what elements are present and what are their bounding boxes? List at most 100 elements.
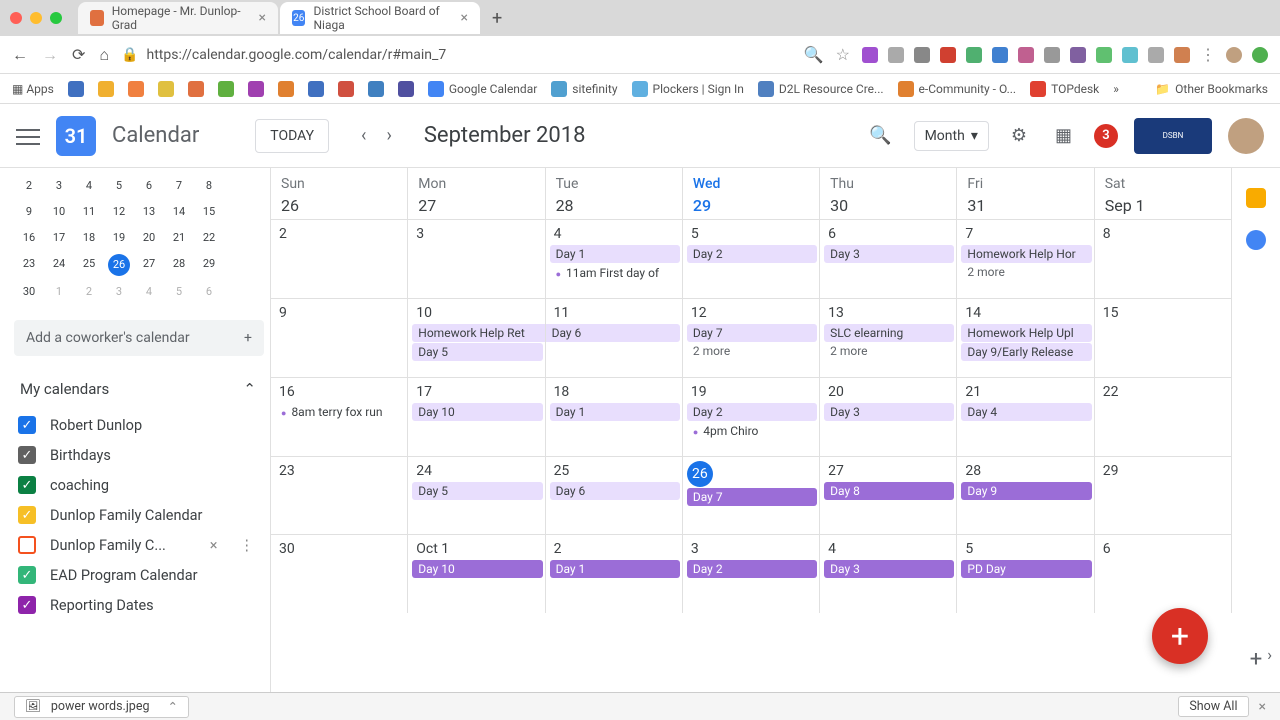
calendar-cell[interactable]: 3Day 2 bbox=[683, 534, 820, 613]
calendar-cell[interactable]: 5PD Day bbox=[957, 534, 1094, 613]
calendar-event[interactable]: Day 5 bbox=[412, 343, 542, 361]
bookmark-icon[interactable] bbox=[128, 81, 144, 97]
calendar-grid[interactable]: Sun26Mon27Tue28Wed29Thu30Fri31SatSep 123… bbox=[270, 168, 1232, 692]
calendar-cell[interactable]: Oct 1Day 10 bbox=[408, 534, 545, 613]
calendar-cell[interactable]: 15 bbox=[1095, 298, 1232, 377]
calendar-cell[interactable]: 8 bbox=[1095, 219, 1232, 298]
close-window-button[interactable] bbox=[10, 12, 22, 24]
calendar-cell[interactable]: 7Homework Help Hor2 more bbox=[957, 219, 1094, 298]
calendar-event[interactable]: Day 3 bbox=[824, 245, 954, 263]
mini-date[interactable]: 7 bbox=[164, 176, 194, 196]
mini-date[interactable]: 22 bbox=[194, 228, 224, 248]
calendar-event[interactable]: Day 9/Early Release bbox=[961, 343, 1091, 361]
extension-icon[interactable] bbox=[862, 47, 878, 63]
address-bar[interactable]: 🔒 https://calendar.google.com/calendar/r… bbox=[121, 47, 792, 63]
apps-button[interactable]: ▦ Apps bbox=[12, 82, 54, 96]
mini-date[interactable]: 3 bbox=[104, 282, 134, 302]
calendar-checkbox[interactable]: ✓ bbox=[18, 566, 36, 584]
mini-date[interactable]: 6 bbox=[194, 282, 224, 302]
minimize-window-button[interactable] bbox=[30, 12, 42, 24]
calendar-cell[interactable]: 2Day 1 bbox=[546, 534, 683, 613]
account-avatar[interactable] bbox=[1228, 118, 1264, 154]
calendar-checkbox[interactable]: ✓ bbox=[18, 506, 36, 524]
mini-date[interactable]: 19 bbox=[104, 228, 134, 248]
calendar-event[interactable]: Day 8 bbox=[824, 482, 954, 500]
calendar-item[interactable]: ✓coaching bbox=[14, 470, 264, 500]
mini-date[interactable]: 5 bbox=[104, 176, 134, 196]
other-bookmarks[interactable]: 📁 Other Bookmarks bbox=[1155, 82, 1268, 96]
mini-date[interactable]: 27 bbox=[134, 254, 164, 274]
mini-date[interactable]: 4 bbox=[134, 282, 164, 302]
calendar-cell[interactable]: 19Day 24pm Chiro bbox=[683, 377, 820, 456]
mini-date[interactable]: 26 bbox=[108, 254, 130, 276]
mini-date[interactable]: 13 bbox=[134, 202, 164, 222]
calendar-event[interactable]: Day 6 bbox=[550, 482, 680, 500]
bookmark-icon[interactable] bbox=[68, 81, 84, 97]
menu-icon[interactable]: ⋮ bbox=[1200, 45, 1216, 64]
add-addon-button[interactable]: + bbox=[1250, 647, 1262, 692]
calendar-cell[interactable]: 6Day 3 bbox=[820, 219, 957, 298]
more-events[interactable]: 2 more bbox=[961, 264, 1091, 280]
calendar-item[interactable]: ✓Robert Dunlop bbox=[14, 410, 264, 440]
maximize-window-button[interactable] bbox=[50, 12, 62, 24]
calendar-event[interactable]: Day 4 bbox=[961, 403, 1091, 421]
bookmarks-overflow[interactable]: » bbox=[1113, 82, 1119, 96]
calendar-cell[interactable]: 28Day 9 bbox=[957, 456, 1094, 535]
calendar-event[interactable]: Day 6 bbox=[546, 324, 680, 342]
calendar-event[interactable]: Day 10 bbox=[412, 560, 542, 578]
forward-button[interactable]: → bbox=[42, 45, 58, 65]
extension-icon[interactable] bbox=[888, 47, 904, 63]
mini-date[interactable]: 17 bbox=[44, 228, 74, 248]
calendar-item[interactable]: ✓Reporting Dates bbox=[14, 590, 264, 620]
mini-date[interactable]: 15 bbox=[194, 202, 224, 222]
mini-date[interactable]: 30 bbox=[14, 282, 44, 302]
calendar-event[interactable]: Day 7 bbox=[687, 488, 817, 506]
bookmark-icon[interactable] bbox=[338, 81, 354, 97]
extension-icon[interactable] bbox=[1252, 47, 1268, 63]
calendar-item[interactable]: ✓Dunlop Family Calendar bbox=[14, 500, 264, 530]
today-button[interactable]: TODAY bbox=[255, 119, 329, 153]
calendar-event[interactable]: Day 9 bbox=[961, 482, 1091, 500]
mini-calendar[interactable]: 2345678910111213141516171819202122232425… bbox=[14, 176, 264, 302]
bookmark-icon[interactable] bbox=[278, 81, 294, 97]
mini-date[interactable]: 10 bbox=[44, 202, 74, 222]
calendar-cell[interactable]: 3 bbox=[408, 219, 545, 298]
calendar-cell[interactable]: 4Day 3 bbox=[820, 534, 957, 613]
extension-icon[interactable] bbox=[1148, 47, 1164, 63]
calendar-event[interactable]: Homework Help Ret bbox=[412, 324, 544, 342]
mini-date[interactable]: 2 bbox=[14, 176, 44, 196]
close-tab-icon[interactable]: × bbox=[461, 10, 468, 26]
back-button[interactable]: ← bbox=[12, 45, 28, 65]
calendar-checkbox[interactable]: ✓ bbox=[18, 476, 36, 494]
mini-date[interactable]: 25 bbox=[74, 254, 104, 274]
calendar-event[interactable]: Day 3 bbox=[824, 403, 954, 421]
settings-button[interactable]: ⚙ bbox=[1005, 119, 1033, 152]
calendar-event[interactable]: Day 1 bbox=[550, 560, 680, 578]
calendar-cell[interactable]: 27Day 8 bbox=[820, 456, 957, 535]
keep-icon[interactable] bbox=[1246, 188, 1266, 208]
extension-icon[interactable] bbox=[1018, 47, 1034, 63]
extension-icon[interactable] bbox=[966, 47, 982, 63]
calendar-event[interactable]: Day 1 bbox=[550, 403, 680, 421]
mini-date[interactable]: 24 bbox=[44, 254, 74, 274]
mini-date[interactable]: 1 bbox=[44, 282, 74, 302]
extension-icon[interactable] bbox=[914, 47, 930, 63]
bookmark-icon[interactable] bbox=[158, 81, 174, 97]
calendar-cell[interactable]: 12Day 72 more bbox=[683, 298, 820, 377]
zoom-icon[interactable]: 🔍 bbox=[804, 45, 824, 64]
extension-icon[interactable] bbox=[1070, 47, 1086, 63]
extension-icon[interactable] bbox=[940, 47, 956, 63]
calendar-cell[interactable]: 21Day 4 bbox=[957, 377, 1094, 456]
mini-date[interactable]: 29 bbox=[194, 254, 224, 274]
prev-month-button[interactable]: ‹ bbox=[361, 125, 366, 146]
bookmark-icon[interactable] bbox=[368, 81, 384, 97]
calendar-checkbox[interactable] bbox=[18, 536, 36, 554]
extension-icon[interactable] bbox=[1122, 47, 1138, 63]
bookmark[interactable]: e-Community - O... bbox=[898, 81, 1017, 97]
calendar-cell[interactable]: 5Day 2 bbox=[683, 219, 820, 298]
more-events[interactable]: 2 more bbox=[824, 343, 954, 359]
mini-date[interactable]: 28 bbox=[164, 254, 194, 274]
calendar-event[interactable]: Day 2 bbox=[687, 560, 817, 578]
mini-date[interactable]: 9 bbox=[14, 202, 44, 222]
apps-grid-button[interactable]: ▦ bbox=[1049, 119, 1078, 152]
